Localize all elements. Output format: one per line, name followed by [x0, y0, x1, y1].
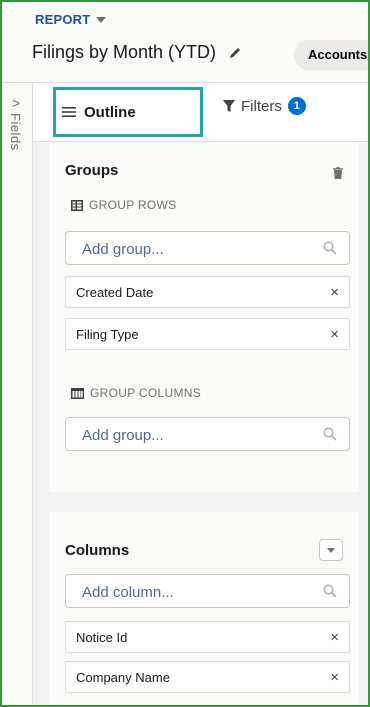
groups-section: Groups GROUP ROWS Add group... Created D…	[49, 142, 359, 492]
tab-filters-label: Filters	[241, 97, 282, 115]
title-row: Filings by Month (YTD)	[32, 42, 242, 63]
report-builder-panel: REPORT Filings by Month (YTD) Accounts >…	[0, 0, 370, 707]
search-icon	[323, 241, 337, 255]
group-columns-input[interactable]	[66, 418, 324, 452]
columns-menu-button[interactable]	[319, 539, 343, 561]
edit-pencil-icon[interactable]	[228, 46, 242, 60]
group-rows-search[interactable]	[65, 231, 350, 266]
trash-icon[interactable]	[333, 167, 343, 179]
group-rows-icon	[71, 199, 83, 211]
report-type-label: REPORT	[35, 12, 91, 27]
report-title: Filings by Month (YTD)	[32, 42, 217, 62]
outline-panel: Groups GROUP ROWS Add group... Created D…	[33, 142, 368, 705]
column-label: Company Name	[76, 669, 170, 685]
remove-icon[interactable]: ×	[330, 630, 339, 645]
remove-icon[interactable]: ×	[330, 670, 339, 685]
group-columns-search[interactable]	[65, 417, 350, 452]
group-row-chip[interactable]: Filing Type ×	[65, 318, 350, 350]
report-type-pill[interactable]: Accounts	[294, 40, 368, 70]
list-icon	[62, 107, 76, 117]
group-columns-label: GROUP COLUMNS	[71, 386, 201, 400]
fields-rail[interactable]: > Fields	[2, 83, 33, 705]
groups-title: Groups	[65, 162, 119, 179]
group-row-chip[interactable]: Created Date ×	[65, 276, 350, 308]
tab-outline-label: Outline	[84, 103, 136, 121]
chevron-down-icon	[96, 17, 107, 23]
report-header: REPORT Filings by Month (YTD) Accounts	[2, 2, 368, 83]
search-icon	[323, 427, 337, 441]
columns-title: Columns	[65, 542, 130, 559]
remove-icon[interactable]: ×	[330, 327, 339, 342]
panel-tabs: Outline Filters 1	[33, 83, 368, 142]
column-label: Notice Id	[76, 629, 128, 645]
search-icon	[323, 584, 337, 598]
columns-section: Columns Notice Id × Company Name ×	[49, 512, 359, 705]
group-columns-icon	[71, 387, 84, 399]
remove-icon[interactable]: ×	[330, 285, 339, 300]
filter-icon	[223, 99, 235, 112]
column-chip[interactable]: Company Name ×	[65, 661, 350, 693]
group-columns-text: GROUP COLUMNS	[90, 386, 202, 400]
group-rows-text: GROUP ROWS	[89, 198, 177, 212]
column-chip[interactable]: Notice Id ×	[65, 621, 350, 653]
columns-input[interactable]	[66, 575, 324, 609]
chevron-right-icon[interactable]: >	[12, 95, 20, 111]
fields-rail-label: Fields	[8, 113, 23, 151]
chevron-down-icon	[327, 548, 335, 553]
tab-filters[interactable]: Filters 1	[223, 97, 306, 115]
tab-outline[interactable]: Outline	[53, 87, 203, 137]
group-rows-label: GROUP ROWS	[71, 198, 176, 212]
group-row-label: Filing Type	[76, 326, 139, 342]
filters-count-badge: 1	[287, 97, 306, 115]
group-row-label: Created Date	[76, 284, 154, 300]
columns-search[interactable]	[65, 574, 350, 609]
group-rows-input[interactable]	[66, 232, 324, 266]
report-type-menu[interactable]: REPORT	[35, 12, 107, 27]
